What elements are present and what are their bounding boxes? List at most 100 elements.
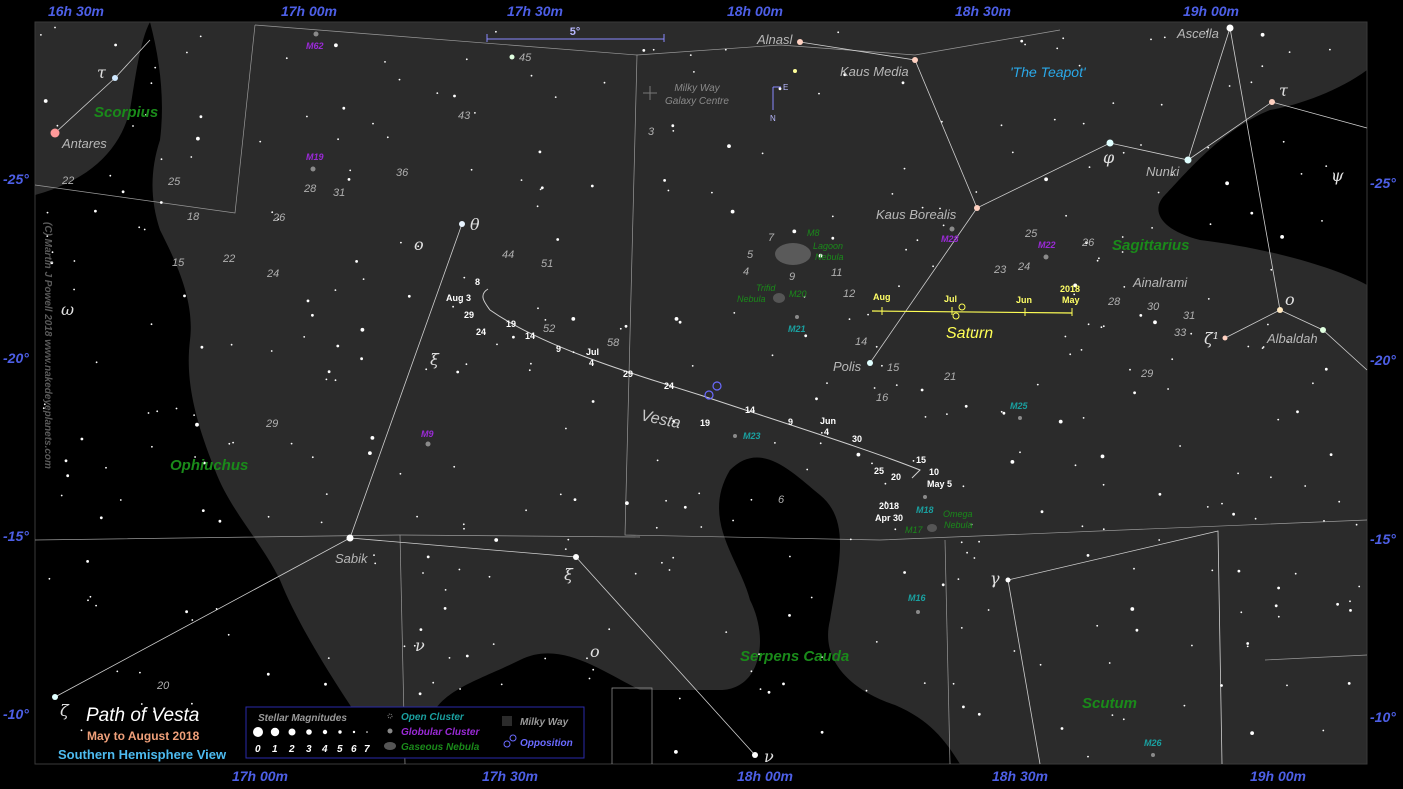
nebula-label: Lagoon: [813, 241, 843, 251]
field-star: [1020, 39, 1024, 43]
field-star: [759, 688, 762, 690]
field-star: [495, 30, 497, 33]
field-star: [837, 31, 840, 34]
field-star: [1082, 122, 1085, 125]
globular-label: M28: [941, 234, 959, 244]
field-star: [656, 459, 659, 462]
field-star: [537, 307, 539, 310]
field-star: [625, 501, 629, 505]
field-star: [978, 540, 980, 543]
field-star: [1347, 682, 1351, 685]
field-star: [183, 294, 186, 298]
field-star: [530, 74, 533, 77]
field-star: [324, 682, 327, 686]
star-number: 29: [265, 418, 278, 430]
star-number: 43: [458, 110, 471, 122]
field-star: [1087, 755, 1089, 758]
nebula-label: Nebula: [737, 294, 766, 304]
greek-label: ψ: [1331, 166, 1344, 185]
star-number: 31: [333, 187, 345, 199]
vesta-date: 14: [745, 405, 755, 415]
field-star: [1277, 586, 1280, 590]
field-star: [1108, 662, 1111, 664]
field-star: [1240, 611, 1243, 614]
vesta-date: 24: [476, 327, 486, 337]
field-star: [151, 445, 153, 448]
field-star: [66, 474, 70, 478]
field-star: [398, 78, 401, 81]
open-cluster-icon: [795, 315, 799, 319]
greek-label: ξ: [564, 565, 574, 584]
field-star: [327, 657, 330, 659]
vesta-date: 20: [891, 472, 901, 482]
field-star: [923, 682, 926, 684]
lagoon-nebula-glow: [775, 243, 811, 265]
field-star: [732, 519, 734, 522]
field-star: [327, 370, 331, 374]
field-star: [962, 705, 965, 709]
field-star: [525, 509, 527, 512]
field-star: [512, 335, 515, 339]
field-star: [259, 140, 262, 143]
field-star: [856, 452, 861, 457]
field-star: [105, 466, 107, 469]
nebula-label: Omega: [943, 509, 973, 519]
field-star: [964, 404, 968, 408]
star-nunki: [1184, 156, 1192, 164]
field-star: [924, 416, 927, 418]
star-number: 33: [1174, 327, 1187, 339]
greek-label: θ: [470, 215, 480, 234]
star-number: 4: [743, 266, 749, 278]
field-star: [941, 583, 945, 587]
field-star: [432, 681, 435, 684]
globular-cluster-icon: [949, 226, 955, 232]
field-star: [1133, 391, 1136, 395]
field-star: [132, 125, 134, 127]
field-star: [544, 657, 547, 660]
star-alnasl-yellow: [793, 69, 797, 73]
field-star: [1286, 684, 1288, 687]
field-star: [771, 354, 774, 357]
star-number: 6: [778, 494, 785, 506]
field-star: [54, 26, 56, 29]
field-star: [458, 568, 461, 571]
field-star: [1058, 419, 1063, 424]
nebula-label: M8: [807, 228, 820, 238]
field-star: [470, 168, 473, 171]
field-star: [1237, 569, 1241, 573]
field-star: [266, 672, 270, 676]
star-albaldah: [1320, 327, 1326, 333]
field-star: [1338, 500, 1341, 503]
field-star: [175, 407, 178, 410]
field-star: [1207, 146, 1210, 149]
field-star: [674, 750, 678, 754]
star-number: 3: [648, 126, 655, 138]
saturn-date: Aug: [873, 292, 891, 302]
field-star: [711, 191, 713, 194]
field-star: [290, 442, 293, 445]
star-xi-ser: [573, 554, 579, 560]
star-name: Ascella: [1176, 26, 1219, 41]
field-star: [80, 437, 84, 441]
field-star: [1130, 607, 1135, 611]
vesta-date: Apr 30: [875, 513, 903, 523]
legend-opposition: Opposition: [520, 738, 573, 749]
field-star: [1096, 259, 1099, 262]
star-name: Polis: [833, 359, 862, 374]
field-star: [1250, 211, 1254, 215]
star-name: Albaldah: [1266, 331, 1318, 346]
field-star: [544, 319, 547, 321]
field-star: [536, 205, 539, 208]
field-star: [306, 115, 308, 118]
field-star: [384, 61, 386, 63]
field-star: [1056, 47, 1059, 50]
vesta-date: 9: [556, 344, 561, 354]
saturn-date: Jul: [944, 294, 957, 304]
field-star: [1267, 323, 1269, 326]
star-number: 30: [1147, 301, 1160, 313]
legend-mag-label: 5: [337, 744, 343, 755]
field-star: [1282, 140, 1285, 143]
field-star: [150, 82, 153, 85]
ra-label-bottom: 17h 00m: [232, 768, 288, 784]
star-number: 26: [1081, 237, 1095, 249]
